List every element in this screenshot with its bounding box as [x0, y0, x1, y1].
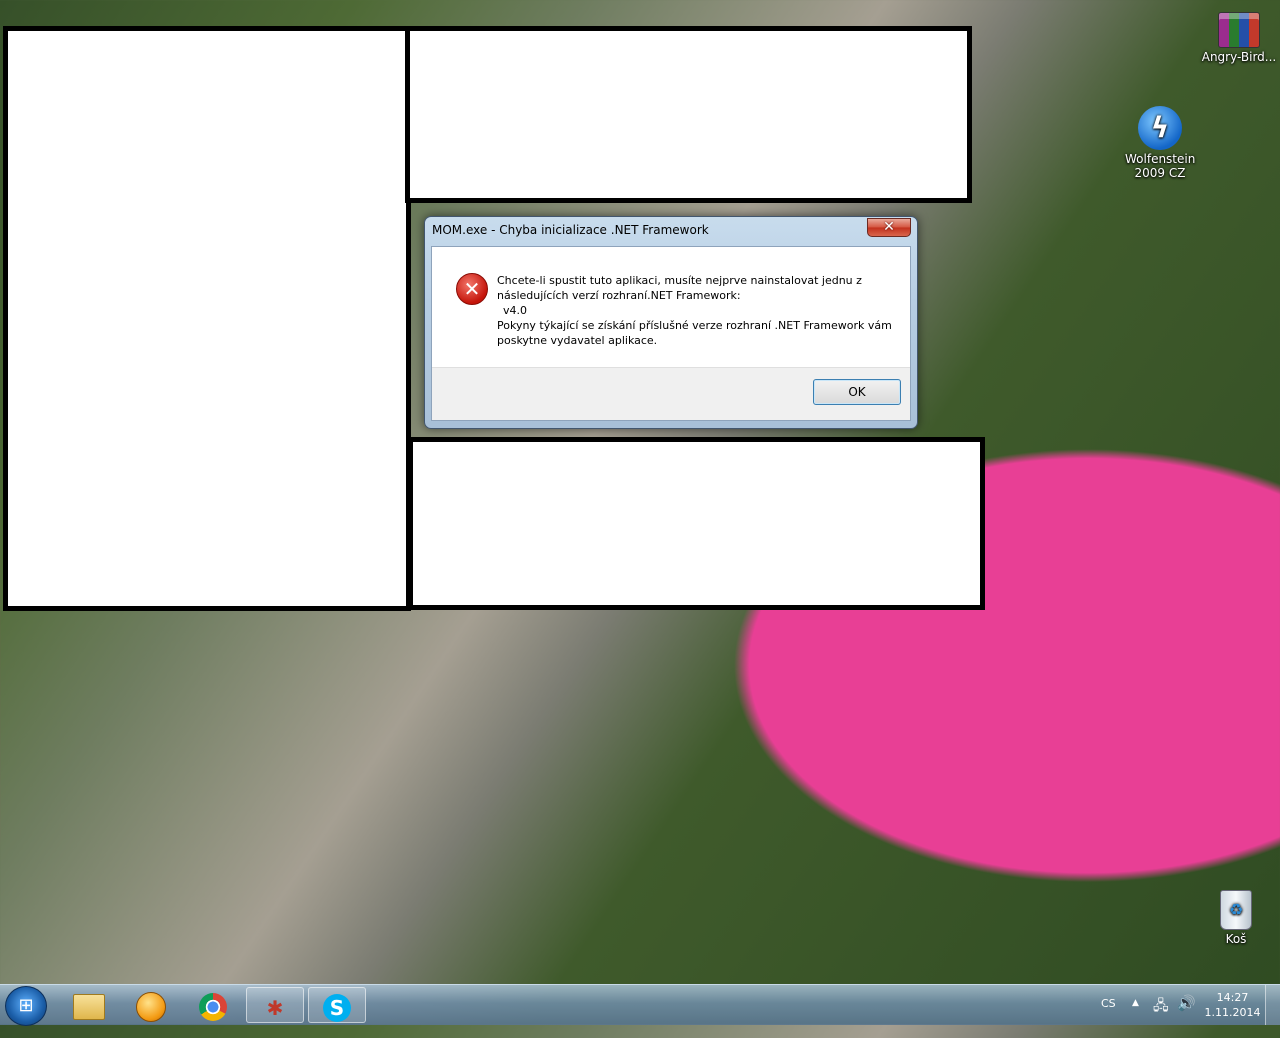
desktop-icon-label: Angry-Bird... — [1201, 50, 1277, 64]
error-dialog: MOM.exe - Chyba inicializace .NET Framew… — [424, 216, 918, 429]
network-icon[interactable]: 🖧 — [1153, 995, 1169, 1035]
message-line: v4.0 — [503, 304, 528, 317]
daemon-tools-icon: ϟ — [1138, 106, 1182, 150]
error-icon: ✕ — [456, 273, 488, 305]
desktop-icon-label: Koš — [1225, 932, 1247, 946]
desktop-icon-recycle-bin[interactable]: ♻ Koš — [1191, 890, 1280, 946]
folder-icon — [73, 993, 105, 1020]
desktop-icon-label: Wolfenstein 2009 CZ — [1125, 152, 1196, 180]
chrome-icon — [199, 992, 227, 1021]
message-line: Pokyny týkající se získání příslušné ver… — [497, 319, 892, 332]
dialog-close-button[interactable]: ✕ — [867, 218, 911, 237]
redacted-block-left — [3, 26, 411, 611]
winrar-archive-icon — [1218, 12, 1260, 48]
dialog-message: Chcete-li spustit tuto aplikaci, musíte … — [497, 273, 897, 348]
dialog-body: ✕ Chcete-li spustit tuto aplikaci, musít… — [431, 246, 911, 421]
ok-button[interactable]: OK — [813, 379, 901, 405]
language-indicator[interactable]: CS — [1101, 997, 1116, 1037]
taskbar-explorer-button[interactable] — [60, 987, 118, 1023]
desktop-icon-wolfenstein[interactable]: ϟ Wolfenstein 2009 CZ — [1115, 106, 1205, 180]
ati-app-icon: ✱ — [266, 995, 284, 1020]
recycle-bin-icon: ♻ — [1220, 890, 1252, 930]
show-desktop-button[interactable] — [1265, 985, 1280, 1025]
skype-icon: S — [323, 993, 351, 1022]
dialog-footer: OK — [432, 367, 910, 420]
desktop-icon-angry-birds[interactable]: Angry-Bird... — [1194, 12, 1280, 64]
message-line: Chcete-li spustit tuto aplikaci, musíte … — [497, 274, 862, 287]
volume-icon[interactable]: 🔊 — [1177, 994, 1196, 1034]
clock-time: 14:27 — [1216, 991, 1249, 1004]
dialog-title: MOM.exe - Chyba inicializace .NET Framew… — [432, 223, 709, 237]
taskbar-aim-button[interactable] — [122, 987, 180, 1023]
start-button[interactable]: ⊞ — [5, 986, 47, 1026]
taskbar: ⊞ ✱ S CS ▲ 🖧 🔊 14:27 1.11.2014 — [0, 984, 1280, 1026]
aim-icon — [136, 991, 166, 1022]
clock-date: 1.11.2014 — [1204, 1006, 1261, 1019]
show-hidden-icons-button[interactable]: ▲ — [1132, 998, 1139, 1038]
redacted-block-bottom — [408, 437, 985, 610]
redacted-block-top — [405, 26, 972, 203]
taskbar-chrome-button[interactable] — [184, 987, 242, 1023]
taskbar-mom-app-button[interactable]: ✱ — [246, 987, 304, 1023]
taskbar-skype-button[interactable]: S — [308, 987, 366, 1023]
clock[interactable]: 14:27 1.11.2014 — [1200, 990, 1265, 1020]
message-line: poskytne vydavatel aplikace. — [497, 334, 658, 347]
message-line: následujících verzí rozhraní.NET Framewo… — [497, 289, 741, 302]
